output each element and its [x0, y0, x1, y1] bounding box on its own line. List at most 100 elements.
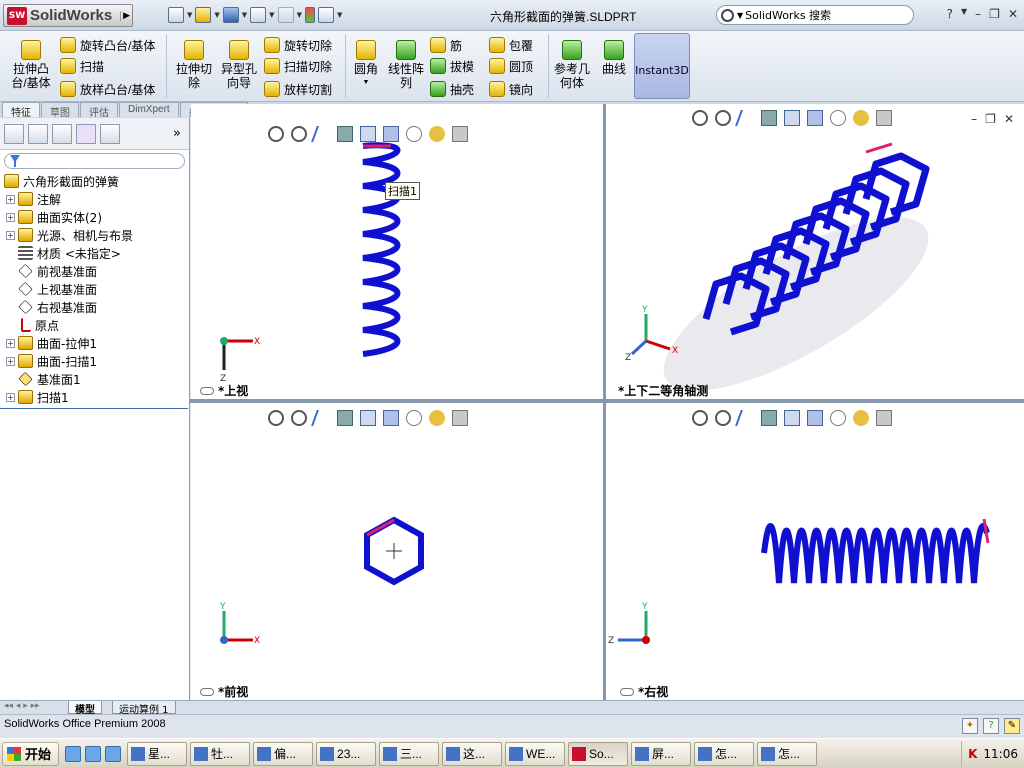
more-tabs-icon[interactable]: » — [173, 126, 181, 141]
taskbar-item[interactable]: 23... — [316, 741, 377, 766]
desktop-icon[interactable] — [105, 745, 122, 762]
tree-item-surface-bodies[interactable]: + 曲面实体(2) — [0, 208, 189, 226]
extrude-boss-button[interactable]: 拉伸凸 台/基体 — [8, 40, 54, 90]
link-icon[interactable] — [200, 687, 214, 696]
rebuild-traffic-light-icon[interactable] — [304, 7, 315, 23]
apply-scene-icon[interactable] — [452, 126, 468, 142]
display-style-icon[interactable] — [383, 410, 399, 426]
close-icon[interactable]: ✕ — [1008, 7, 1018, 21]
viewport-top[interactable]: X Z *上视 — [191, 104, 603, 399]
sweep-button[interactable]: 扫描 — [60, 57, 104, 75]
tab-model[interactable]: 模型 — [68, 701, 102, 716]
viewport-isometric[interactable]: Y X Z *上下二等角轴测 – ❐ ✕ — [606, 104, 1024, 399]
extrude-cut-button[interactable]: 拉伸切 除 — [172, 40, 216, 90]
mirror-button[interactable]: 镜向 — [489, 80, 533, 98]
curves-button[interactable]: 曲线 — [598, 40, 630, 76]
previous-view-icon[interactable] — [311, 126, 333, 142]
expand-icon[interactable]: + — [6, 194, 15, 204]
apply-scene-icon[interactable] — [876, 410, 892, 426]
tree-item-surface-sweep[interactable]: + 曲面-扫描1 — [0, 352, 189, 370]
dome-button[interactable]: 圆顶 — [489, 57, 533, 75]
undo-icon[interactable] — [277, 7, 294, 23]
rebuild-status-icon[interactable]: ✦ — [962, 718, 978, 734]
apply-scene-icon[interactable] — [876, 110, 892, 126]
edit-appearance-icon[interactable] — [853, 110, 869, 126]
zoom-area-icon[interactable] — [291, 410, 307, 426]
tab-sketch[interactable]: 草图 — [41, 102, 79, 119]
zoom-area-icon[interactable] — [291, 126, 307, 142]
linear-pattern-button[interactable]: 线性阵 列 — [386, 40, 426, 90]
print-dropdown-icon[interactable]: ▼ — [269, 11, 274, 19]
view-orientation-icon[interactable] — [784, 110, 800, 126]
tree-item-front-plane[interactable]: 前视基准面 — [0, 262, 189, 280]
tree-item-plane1[interactable]: 基准面1 — [0, 370, 189, 388]
previous-view-icon[interactable] — [735, 410, 757, 426]
tree-item-lights-cameras[interactable]: + 光源、相机与布景 — [0, 226, 189, 244]
tab-dimxpert[interactable]: DimXpert — [119, 102, 179, 117]
taskbar-item[interactable]: 怎... — [694, 741, 755, 766]
zoom-to-fit-icon[interactable] — [268, 126, 284, 142]
hide-show-items-icon[interactable] — [406, 126, 422, 142]
display-manager-tab-icon[interactable] — [100, 123, 120, 144]
open-folder-icon[interactable] — [195, 7, 212, 23]
view-orientation-icon[interactable] — [360, 410, 376, 426]
zoom-area-icon[interactable] — [715, 110, 731, 126]
view-orientation-icon[interactable] — [784, 410, 800, 426]
viewport-right[interactable]: Y Z *右视 — [606, 403, 1024, 700]
restore-icon[interactable]: ❐ — [989, 7, 1000, 21]
save-dropdown-icon[interactable]: ▼ — [242, 11, 247, 19]
section-view-icon[interactable] — [761, 110, 777, 126]
loft-cut-button[interactable]: 放样切割 — [264, 80, 332, 98]
close-icon[interactable]: ✕ — [1004, 112, 1014, 126]
edit-appearance-icon[interactable] — [853, 410, 869, 426]
section-view-icon[interactable] — [761, 410, 777, 426]
solidworks-menu-button[interactable]: SW SolidWorks ▶ — [3, 4, 133, 27]
property-manager-tab-icon[interactable] — [28, 123, 48, 144]
display-style-icon[interactable] — [807, 110, 823, 126]
options-icon[interactable] — [317, 7, 334, 23]
taskbar-item[interactable]: 怎... — [757, 741, 818, 766]
previous-view-icon[interactable] — [735, 110, 757, 126]
previous-view-icon[interactable] — [311, 410, 333, 426]
view-orientation-icon[interactable] — [360, 126, 376, 142]
zoom-area-icon[interactable] — [715, 410, 731, 426]
search-box[interactable]: ▼ SolidWorks 搜索 — [716, 5, 914, 25]
menu-arrow-icon[interactable]: ▶ — [120, 10, 132, 21]
sweep-cut-button[interactable]: 扫描切除 — [264, 57, 332, 75]
fillet-dropdown-icon[interactable]: ▼ — [363, 76, 370, 90]
revolve-cut-button[interactable]: 旋转切除 — [264, 36, 332, 54]
taskbar-item[interactable]: 屏... — [631, 741, 692, 766]
rib-button[interactable]: 筋 — [430, 36, 462, 54]
section-view-icon[interactable] — [337, 410, 353, 426]
search-input[interactable]: SolidWorks 搜索 — [745, 7, 831, 23]
clock[interactable]: 11:06 — [983, 747, 1018, 761]
taskbar-item[interactable]: 三... — [379, 741, 440, 766]
section-view-icon[interactable] — [337, 126, 353, 142]
hide-show-items-icon[interactable] — [406, 410, 422, 426]
search-dropdown-icon[interactable]: ▼ — [737, 11, 743, 20]
feature-manager-tab-icon[interactable] — [4, 123, 24, 144]
expand-icon[interactable]: + — [6, 338, 15, 348]
apply-scene-icon[interactable] — [452, 410, 468, 426]
help-dropdown-icon[interactable]: ▼ — [961, 7, 967, 21]
hole-wizard-button[interactable]: 异型孔 向导 — [218, 40, 260, 90]
tree-item-surface-extrude[interactable]: + 曲面-拉伸1 — [0, 334, 189, 352]
taskbar-item[interactable]: 星... — [127, 741, 188, 766]
expand-icon[interactable]: + — [6, 392, 15, 402]
search-icon[interactable] — [721, 8, 734, 22]
zoom-to-fit-icon[interactable] — [268, 410, 284, 426]
tab-scroll-arrows-icon[interactable]: ◂◂ ◂ ▸ ▸▸ — [4, 701, 40, 711]
tab-evaluate[interactable]: 评估 — [80, 102, 118, 119]
reference-geometry-button[interactable]: 参考几 何体 — [552, 40, 592, 90]
taskbar-item-solidworks[interactable]: So... — [568, 741, 629, 766]
link-icon[interactable] — [620, 687, 634, 696]
hide-show-items-icon[interactable] — [830, 410, 846, 426]
tree-item-origin[interactable]: 原点 — [0, 316, 189, 334]
edit-appearance-icon[interactable] — [429, 410, 445, 426]
viewport-front[interactable]: Y X *前视 — [191, 403, 603, 700]
tree-root[interactable]: 六角形截面的弹簧 — [0, 172, 189, 190]
print-icon[interactable] — [250, 7, 267, 23]
rollback-bar[interactable] — [0, 408, 188, 409]
edit-appearance-icon[interactable] — [429, 126, 445, 142]
display-style-icon[interactable] — [383, 126, 399, 142]
